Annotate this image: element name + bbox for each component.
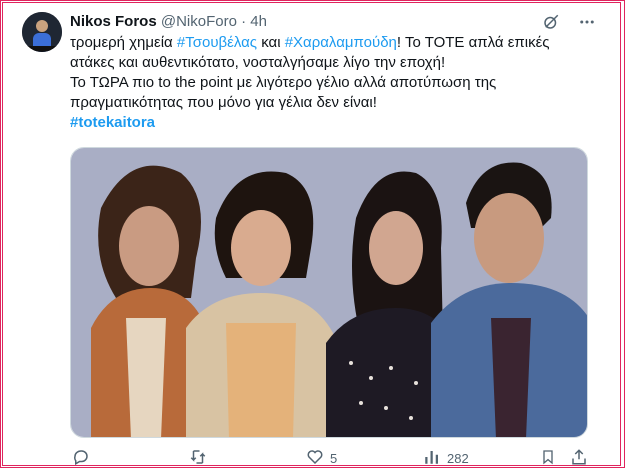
grok-icon[interactable] <box>541 12 561 32</box>
media-photo <box>71 148 587 437</box>
avatar[interactable] <box>22 12 62 52</box>
reply-button[interactable] <box>72 448 96 469</box>
bookmark-button[interactable] <box>540 448 556 469</box>
tweet-time[interactable]: 4h <box>250 13 267 30</box>
views-icon <box>423 448 441 469</box>
more-icon[interactable] <box>577 12 597 32</box>
tweet-line-3: Το ΤΩΡΑ πιο to the point με λιγότερο γέλ… <box>70 74 497 91</box>
author-name[interactable]: Nikos Foros <box>70 13 157 30</box>
retweet-icon <box>188 448 208 469</box>
views-button[interactable]: 282 <box>423 448 469 469</box>
header-separator: · <box>241 13 247 30</box>
tweet-text: τρομερή χημεία #Τσουβέλας και #Χαραλαμπο… <box>70 33 590 133</box>
tweet-line-1: τρομερή χημεία #Τσουβέλας και #Χαραλαμπο… <box>70 33 590 53</box>
share-button[interactable] <box>570 448 588 469</box>
share-icon <box>570 448 588 469</box>
hashtag-link[interactable]: #Χαραλαμπούδη <box>285 34 397 51</box>
retweet-button[interactable] <box>188 448 214 469</box>
tweet-line-4: πραγματικότητας που μόνο για γέλια δεν ε… <box>70 94 377 111</box>
tweet-line-5: #totekaitora <box>70 113 590 133</box>
text-segment: και <box>257 34 285 51</box>
reply-icon <box>72 448 90 469</box>
tweet-actions: 5 282 <box>66 448 596 468</box>
text-segment: ! Το ΤΟΤΕ απλά επικές <box>396 34 550 51</box>
tweet-line-2: ατάκες και αυθεντικότατο, νοσταλγήσαμε λ… <box>70 54 446 71</box>
hashtag-link[interactable]: #totekaitora <box>70 114 155 131</box>
like-button[interactable]: 5 <box>306 448 337 469</box>
author-handle[interactable]: @NikoForo <box>161 13 237 30</box>
hashtag-link[interactable]: #Τσουβέλας <box>177 34 257 51</box>
bookmark-icon <box>540 448 556 469</box>
tweet-header: Nikos Foros @NikoForo · 4h <box>70 12 267 32</box>
like-icon <box>306 448 324 469</box>
tweet-media[interactable] <box>70 147 588 438</box>
views-count: 282 <box>447 451 469 466</box>
text-segment: τρομερή χημεία <box>70 34 177 51</box>
tweet-top-icons <box>541 12 597 32</box>
like-count: 5 <box>330 451 338 466</box>
